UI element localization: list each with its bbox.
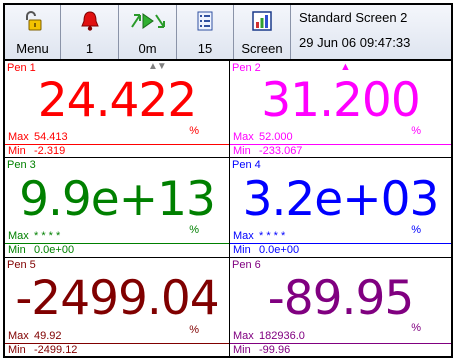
max-value: 182936.0 (259, 330, 305, 342)
min-value: -233.067 (259, 145, 303, 157)
menu-button[interactable]: Menu (5, 5, 61, 59)
pen-panel[interactable]: ▲▼ Pen 1 24.422 % Max 54.413 Min -2.319 (5, 61, 230, 158)
bell-icon (80, 11, 100, 31)
min-label: Min (8, 344, 26, 356)
pen-unit: % (411, 322, 421, 334)
status-area: Standard Screen 2 29 Jun 06 09:47:33 (291, 5, 451, 59)
pen-max: Max 52.000 (233, 131, 293, 143)
chart-speed-label: 0m (138, 41, 157, 56)
pen-unit: % (411, 125, 421, 137)
messages-button[interactable]: 15 (177, 5, 234, 59)
pen-unit: % (189, 125, 199, 137)
min-value: -2.319 (34, 145, 66, 157)
min-label: Min (233, 244, 251, 256)
pen-min: Min -99.96 (233, 344, 290, 356)
max-label: Max (233, 131, 254, 143)
max-value: 52.000 (259, 131, 293, 143)
pen-panel[interactable]: ▲ Pen 2 31.200 % Max 52.000 Min -233.067 (230, 61, 451, 158)
pen-grid: ▲▼ Pen 1 24.422 % Max 54.413 Min -2.319 ▲ … (5, 61, 451, 356)
alarm-count: 1 (85, 41, 94, 56)
recorder-screen: Menu 1 0m 15 Screen Standard Screen 2 29… (3, 3, 453, 358)
pen-min: Min -233.067 (233, 145, 302, 157)
min-value: -2499.12 (34, 344, 78, 356)
chart-icon (252, 11, 272, 31)
pen-name: Pen 1 (7, 62, 36, 74)
play-icon (130, 11, 166, 31)
min-value: -99.96 (259, 344, 291, 356)
max-value: * * * * (34, 230, 61, 242)
pen-name: Pen 3 (7, 159, 36, 171)
pen-panel[interactable]: Pen 3 9.9e+13 % Max * * * * Min 0.0e+00 (5, 158, 230, 258)
max-value: * * * * (259, 230, 286, 242)
pen-unit: % (189, 224, 199, 236)
pen-value: 31.200 (261, 73, 420, 128)
pen-max: Max 182936.0 (233, 330, 305, 342)
datetime: 29 Jun 06 09:47:33 (299, 35, 411, 50)
screen-name: Standard Screen 2 (299, 10, 408, 25)
pen-unit: % (411, 224, 421, 236)
pen-max: Max 49.92 (8, 330, 62, 342)
min-label: Min (8, 145, 26, 157)
pen-value: 24.422 (37, 73, 197, 128)
alarms-button[interactable]: 1 (61, 5, 119, 59)
menu-button-label: Menu (16, 41, 49, 56)
max-label: Max (233, 230, 254, 242)
max-label: Max (8, 131, 29, 143)
pen-min: Min -2.319 (8, 145, 65, 157)
pen-max: Max * * * * (233, 230, 285, 242)
pen-unit: % (189, 324, 199, 336)
pen-name: Pen 6 (232, 259, 261, 271)
list-icon (197, 11, 213, 31)
min-label: Min (233, 145, 251, 157)
pen-min: Min 0.0e+00 (233, 244, 299, 256)
max-value: 49.92 (34, 330, 62, 342)
marker-icon: ▲ (340, 61, 351, 73)
scroll-arrows-icon[interactable]: ▲▼ (148, 61, 167, 72)
pen-value: 3.2e+03 (242, 172, 440, 227)
pen-value: -2499.04 (15, 271, 219, 326)
max-label: Max (233, 330, 254, 342)
max-label: Max (8, 330, 29, 342)
message-count: 15 (197, 41, 213, 56)
pen-min: Min -2499.12 (8, 344, 77, 356)
pen-panel[interactable]: Pen 5 -2499.04 % Max 49.92 Min -2499.12 (5, 258, 230, 356)
pen-max: Max 54.413 (8, 131, 68, 143)
pen-min: Min 0.0e+00 (8, 244, 74, 256)
pen-value: -89.95 (267, 271, 415, 326)
max-value: 54.413 (34, 131, 68, 143)
max-label: Max (8, 230, 29, 242)
min-value: 0.0e+00 (34, 244, 75, 256)
min-label: Min (233, 344, 251, 356)
pen-max: Max * * * * (8, 230, 60, 242)
pen-name: Pen 2 (232, 62, 261, 74)
min-label: Min (8, 244, 26, 256)
pen-panel[interactable]: Pen 6 -89.95 % Max 182936.0 Min -99.96 (230, 258, 451, 356)
min-value: 0.0e+00 (259, 244, 300, 256)
pen-name: Pen 4 (232, 159, 261, 171)
chart-speed-button[interactable]: 0m (119, 5, 177, 59)
screen-button-label: Screen (241, 41, 283, 56)
screen-button[interactable]: Screen (234, 5, 291, 59)
pen-value: 9.9e+13 (19, 172, 216, 227)
pen-panel[interactable]: Pen 4 3.2e+03 % Max * * * * Min 0.0e+00 (230, 158, 451, 258)
lock-icon (23, 11, 43, 31)
pen-name: Pen 5 (7, 259, 36, 271)
toolbar: Menu 1 0m 15 Screen Standard Screen 2 29… (5, 5, 451, 61)
